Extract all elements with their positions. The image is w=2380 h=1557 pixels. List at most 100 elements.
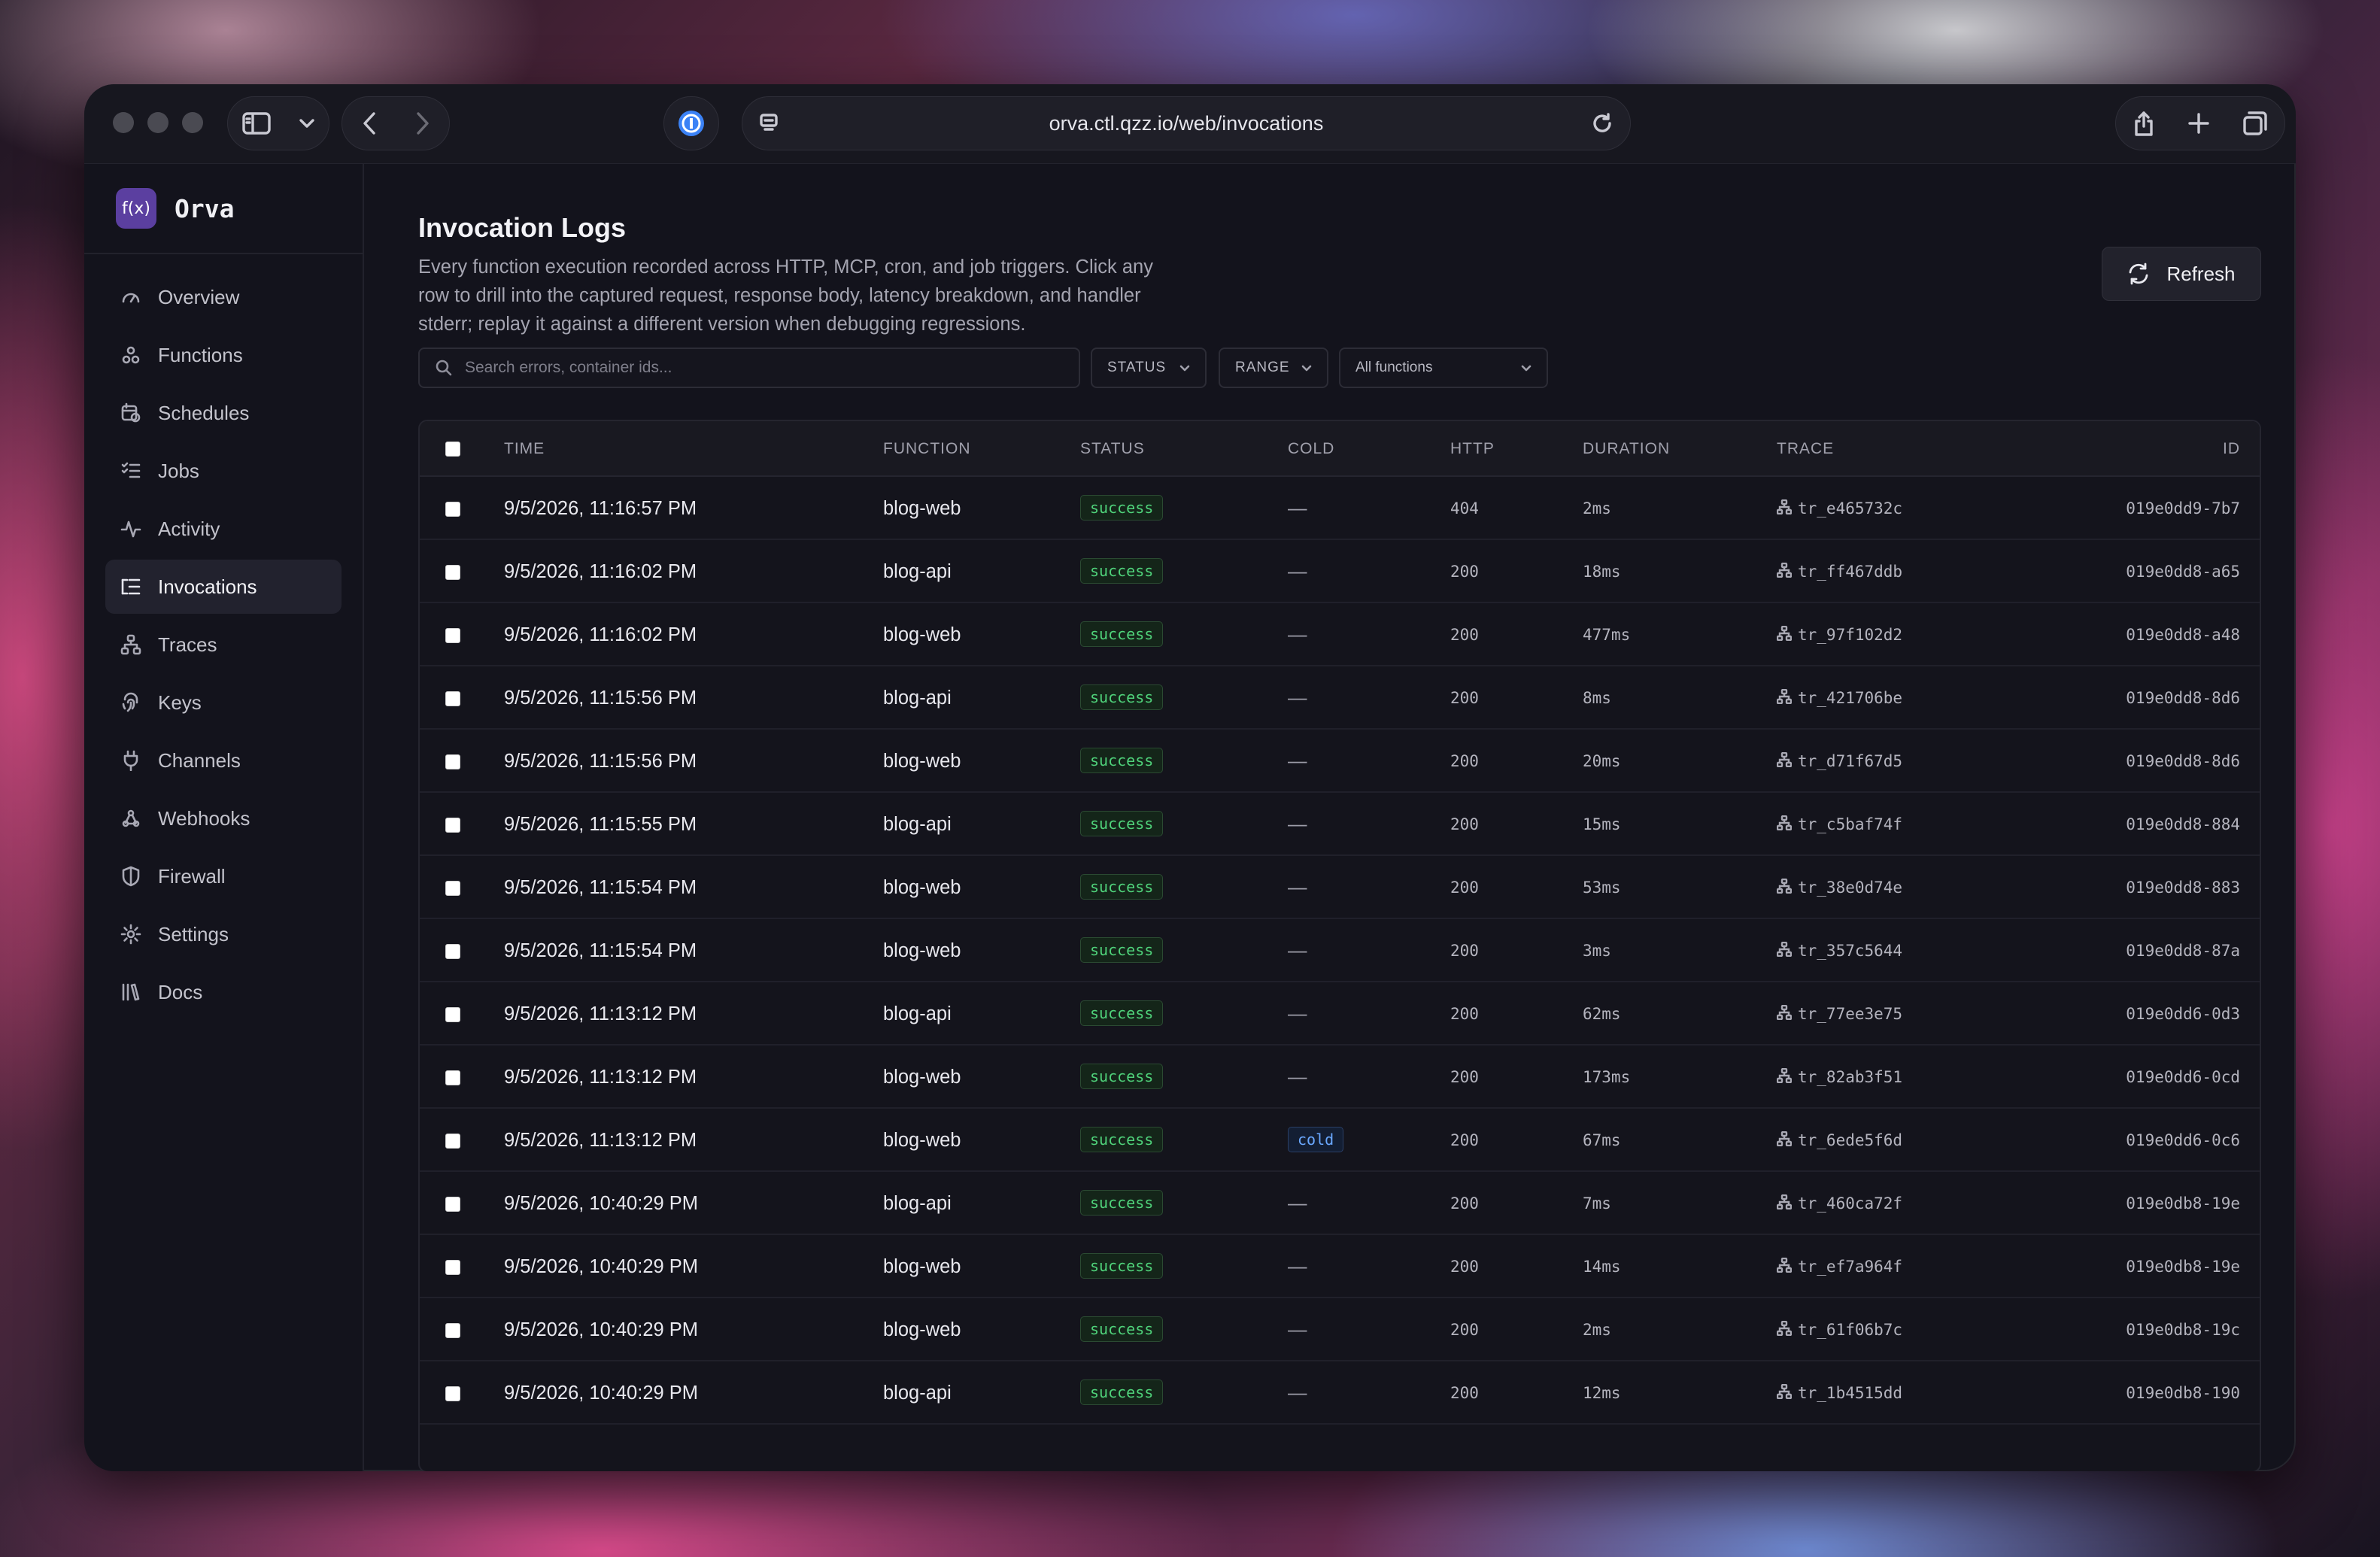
- column-id[interactable]: ID: [2223, 421, 2240, 477]
- table-row[interactable]: 9/5/2026, 11:13:12 PM blog-web success — 200…: [420, 1046, 2260, 1109]
- tab-overview-icon[interactable]: [2242, 111, 2268, 136]
- reload-icon[interactable]: [1591, 112, 1613, 135]
- row-checkbox[interactable]: [445, 1070, 460, 1085]
- range-filter[interactable]: RANGE: [1219, 348, 1328, 388]
- table-row[interactable]: 9/5/2026, 11:16:02 PM blog-api success — 200…: [420, 540, 2260, 603]
- share-icon[interactable]: [2133, 110, 2155, 137]
- table-row[interactable]: 9/5/2026, 11:16:02 PM blog-web success — 200…: [420, 603, 2260, 666]
- sidebar-item-webhooks[interactable]: Webhooks: [105, 791, 342, 845]
- table-row[interactable]: 9/5/2026, 11:15:54 PM blog-web success — 200…: [420, 919, 2260, 982]
- row-checkbox[interactable]: [445, 628, 460, 643]
- sidebar-toggle-icon[interactable]: [241, 112, 271, 135]
- row-checkbox[interactable]: [445, 565, 460, 580]
- trace-cell[interactable]: tr_82ab3f51: [1776, 1046, 1902, 1109]
- search-input[interactable]: [465, 359, 1067, 377]
- column-trace[interactable]: TRACE: [1777, 421, 1834, 477]
- trace-cell[interactable]: tr_ef7a964f: [1776, 1235, 1902, 1298]
- row-checkbox[interactable]: [445, 818, 460, 833]
- sidebar-toggle-group[interactable]: [227, 96, 329, 150]
- table-row[interactable]: 9/5/2026, 11:13:12 PM blog-api success — 200…: [420, 982, 2260, 1046]
- table-row[interactable]: 9/5/2026, 10:40:29 PM blog-api success — 200…: [420, 1361, 2260, 1425]
- row-checkbox[interactable]: [445, 944, 460, 959]
- column-duration[interactable]: DURATION: [1583, 421, 1670, 477]
- trace-cell[interactable]: tr_61f06b7c: [1776, 1298, 1902, 1361]
- sidebar-item-docs[interactable]: Docs: [105, 965, 342, 1019]
- trace-cell[interactable]: tr_38e0d74e: [1776, 856, 1902, 919]
- status-filter[interactable]: STATUS: [1091, 348, 1207, 388]
- search-box[interactable]: [418, 348, 1080, 388]
- trace-cell[interactable]: tr_d71f67d5: [1776, 730, 1902, 793]
- cold-value: —: [1288, 877, 1307, 898]
- new-tab-icon[interactable]: [2187, 112, 2210, 135]
- time-cell: 9/5/2026, 11:15:56 PM: [504, 751, 697, 772]
- column-status[interactable]: STATUS: [1080, 421, 1145, 477]
- table-row[interactable]: 9/5/2026, 11:15:55 PM blog-api success — 200…: [420, 793, 2260, 856]
- row-checkbox[interactable]: [445, 1386, 460, 1401]
- close-window-button[interactable]: [113, 112, 134, 133]
- row-checkbox[interactable]: [445, 1323, 460, 1338]
- refresh-button[interactable]: Refresh: [2102, 247, 2261, 301]
- trace-cell[interactable]: tr_e465732c: [1776, 477, 1902, 540]
- table-row[interactable]: 9/5/2026, 10:40:29 PM blog-web success — 200…: [420, 1298, 2260, 1361]
- forward-icon[interactable]: [415, 111, 430, 135]
- row-checkbox[interactable]: [445, 881, 460, 896]
- password-manager-button[interactable]: [663, 96, 719, 150]
- sidebar-item-functions[interactable]: Functions: [105, 328, 342, 382]
- table-row[interactable]: 9/5/2026, 10:40:29 PM blog-web success — 200…: [420, 1235, 2260, 1298]
- function-filter[interactable]: All functions: [1339, 348, 1548, 388]
- address-bar[interactable]: orva.ctl.qzz.io/web/invocations: [742, 96, 1631, 150]
- trace-cell[interactable]: tr_460ca72f: [1776, 1172, 1902, 1235]
- duration-cell: 2ms: [1583, 1321, 1611, 1339]
- table-row[interactable]: 9/5/2026, 10:40:29 PM blog-api success — 200…: [420, 1172, 2260, 1235]
- row-checkbox[interactable]: [445, 691, 460, 706]
- status-badge: success: [1080, 495, 1164, 521]
- sidebar-item-keys[interactable]: Keys: [105, 675, 342, 730]
- status-cell: success: [1080, 1361, 1164, 1425]
- time-cell: 9/5/2026, 11:15:56 PM: [504, 687, 697, 709]
- sidebar-item-jobs[interactable]: Jobs: [105, 444, 342, 498]
- sidebar-item-invocations[interactable]: Invocations: [105, 560, 342, 614]
- row-checkbox[interactable]: [445, 1197, 460, 1212]
- row-checkbox[interactable]: [445, 754, 460, 769]
- trace-cell[interactable]: tr_357c5644: [1776, 919, 1902, 982]
- chevron-down-icon[interactable]: [299, 118, 315, 129]
- sidebar-item-firewall[interactable]: Firewall: [105, 849, 342, 903]
- trace-cell[interactable]: tr_1b4515dd: [1776, 1361, 1902, 1425]
- cold-cell: —: [1288, 603, 1307, 666]
- back-icon[interactable]: [362, 111, 377, 135]
- table-row[interactable]: 9/5/2026, 11:15:56 PM blog-api success — 200…: [420, 666, 2260, 730]
- column-function[interactable]: FUNCTION: [883, 421, 971, 477]
- trace-cell[interactable]: tr_97f102d2: [1776, 603, 1902, 666]
- trace-cell[interactable]: tr_6ede5f6d: [1776, 1109, 1902, 1172]
- sidebar-item-schedules[interactable]: Schedules: [105, 386, 342, 440]
- page-info-icon[interactable]: [759, 113, 779, 134]
- sidebar-item-activity[interactable]: Activity: [105, 502, 342, 556]
- sidebar-item-overview[interactable]: Overview: [105, 270, 342, 324]
- row-checkbox[interactable]: [445, 1134, 460, 1149]
- table-row[interactable]: 9/5/2026, 11:15:56 PM blog-web success — 200…: [420, 730, 2260, 793]
- sidebar-item-traces[interactable]: Traces: [105, 618, 342, 672]
- function-cell: blog-api: [883, 1003, 952, 1024]
- row-checkbox[interactable]: [445, 1260, 460, 1275]
- column-http[interactable]: HTTP: [1450, 421, 1495, 477]
- trace-cell[interactable]: tr_c5baf74f: [1776, 793, 1902, 856]
- table-row[interactable]: 9/5/2026, 11:13:12 PM blog-web success cold…: [420, 1109, 2260, 1172]
- sidebar-item-channels[interactable]: Channels: [105, 733, 342, 788]
- cold-cell: —: [1288, 1235, 1307, 1298]
- table-row[interactable]: 9/5/2026, 11:15:54 PM blog-web success — 200…: [420, 856, 2260, 919]
- row-checkbox[interactable]: [445, 1007, 460, 1022]
- brand[interactable]: f(x) Orva: [84, 164, 363, 254]
- duration-cell: 3ms: [1583, 942, 1611, 960]
- column-time[interactable]: TIME: [504, 421, 545, 477]
- column-cold[interactable]: COLD: [1288, 421, 1334, 477]
- trace-cell[interactable]: tr_77ee3e75: [1776, 982, 1902, 1046]
- zoom-window-button[interactable]: [182, 112, 203, 133]
- row-checkbox[interactable]: [445, 502, 460, 517]
- table-row[interactable]: 9/5/2026, 11:16:57 PM blog-web success — 404…: [420, 477, 2260, 540]
- app-sidebar: f(x) Orva Overview Functions Schedules Jobs…: [84, 164, 364, 1471]
- minimize-window-button[interactable]: [147, 112, 168, 133]
- sidebar-item-settings[interactable]: Settings: [105, 907, 342, 961]
- select-all-checkbox[interactable]: [445, 442, 460, 457]
- trace-cell[interactable]: tr_ff467ddb: [1776, 540, 1902, 603]
- trace-cell[interactable]: tr_421706be: [1776, 666, 1902, 730]
